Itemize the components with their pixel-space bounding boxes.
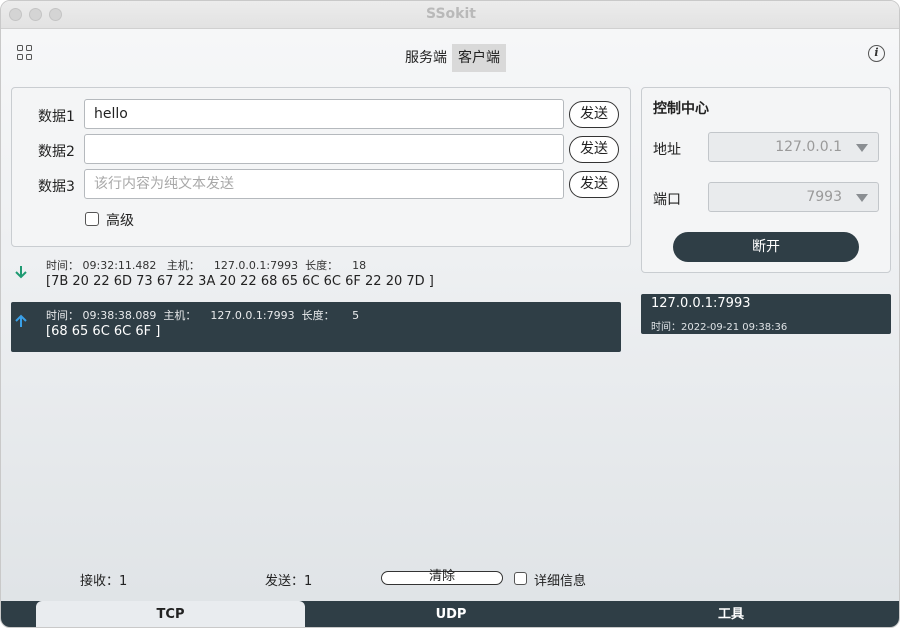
data1-input[interactable]: hello (84, 99, 564, 129)
log-data: [7B 20 22 6D 73 67 22 3A 20 22 68 65 6C … (46, 274, 434, 289)
tab-server[interactable]: 服务端 (399, 44, 453, 72)
data2-label: 数据2 (38, 144, 75, 160)
log-entry-received[interactable]: 时间： 09:32:11.482 主机： 127.0.0.1:7993 长度： … (11, 253, 621, 297)
bottom-tab-bar: TCP UDP 工具 (1, 601, 899, 627)
tab-udp[interactable]: UDP (306, 601, 596, 627)
tab-client[interactable]: 客户端 (452, 44, 506, 72)
details-checkbox[interactable] (514, 572, 527, 585)
log-meta: 时间： 09:32:11.482 主机： 127.0.0.1:7993 长度： … (46, 259, 367, 272)
title-bar: SSokit (1, 1, 899, 29)
log-entry-sent[interactable]: 时间： 09:38:38.089 主机： 127.0.0.1:7993 长度： … (11, 302, 621, 352)
send-data2-button[interactable]: 发送 (569, 136, 619, 163)
window-title: SSokit (426, 6, 476, 22)
port-label: 端口 (653, 192, 681, 208)
tab-tools[interactable]: 工具 (596, 601, 866, 627)
details-label: 详细信息 (534, 574, 587, 589)
port-select[interactable]: 7993 (708, 182, 879, 212)
send-panel: 数据1 hello 发送 数据2 发送 数据3 该行内容为纯文本发送 发送 高级 (11, 87, 631, 247)
log-data: [68 65 6C 6C 6F ] (46, 324, 161, 339)
connection-time: 时间：2022-09-21 09:38:36 (651, 322, 788, 333)
data1-label: 数据1 (38, 109, 75, 125)
info-icon[interactable]: i (868, 45, 885, 62)
app-window: SSokit 服务端 客户端 i 数据1 hello 发送 数据2 发送 数据3… (0, 0, 900, 628)
disconnect-button[interactable]: 断开 (673, 232, 859, 262)
port-value: 7993 (806, 189, 842, 205)
address-value: 127.0.0.1 (775, 139, 842, 155)
control-center-title: 控制中心 (653, 101, 709, 117)
send-data3-button[interactable]: 发送 (569, 171, 619, 198)
address-select[interactable]: 127.0.0.1 (708, 132, 879, 162)
chevron-down-icon (856, 194, 868, 202)
chevron-down-icon (856, 144, 868, 152)
tab-tcp[interactable]: TCP (36, 601, 305, 627)
advanced-label: 高级 (106, 213, 134, 229)
data2-input[interactable] (84, 134, 564, 164)
clear-button[interactable]: 清除 (381, 570, 503, 585)
grid-icon[interactable] (17, 45, 33, 61)
arrow-down-icon (15, 266, 27, 279)
sent-count: 发送：1 (265, 574, 313, 589)
arrow-up-icon (15, 314, 27, 327)
connection-address: 127.0.0.1:7993 (651, 296, 751, 311)
data3-input[interactable]: 该行内容为纯文本发送 (84, 169, 564, 199)
advanced-checkbox[interactable] (85, 212, 99, 226)
connection-item[interactable]: 127.0.0.1:7993 时间：2022-09-21 09:38:36 (641, 294, 891, 334)
send-data1-button[interactable]: 发送 (569, 101, 619, 128)
data3-label: 数据3 (38, 179, 75, 195)
log-meta: 时间： 09:38:38.089 主机： 127.0.0.1:7993 长度： … (46, 309, 360, 322)
received-count: 接收：1 (80, 574, 128, 589)
address-label: 地址 (653, 142, 681, 158)
control-center-panel: 控制中心 地址 127.0.0.1 端口 7993 断开 (641, 87, 891, 273)
